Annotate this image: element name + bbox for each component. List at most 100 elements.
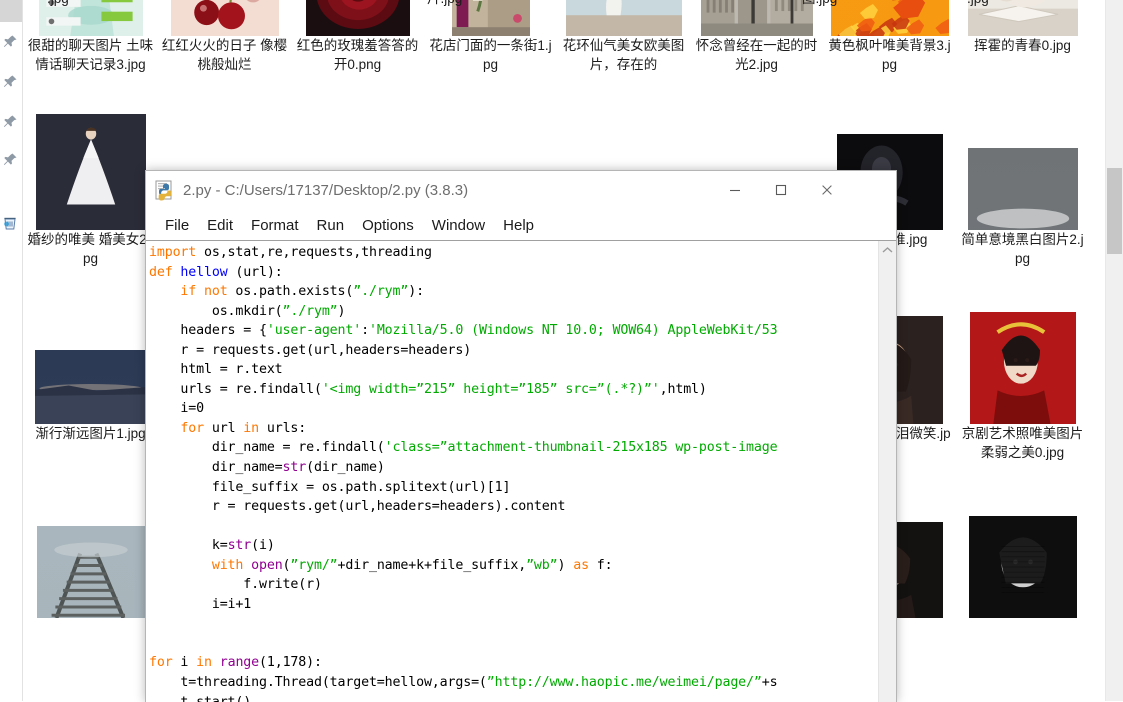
pin-icon[interactable] [3, 34, 18, 49]
editor-area: import os,stat,re,requests,threading def … [146, 240, 896, 702]
file-thumbnail[interactable] [24, 512, 157, 618]
file-item[interactable]: 怀念曾经在一起的时光2.jpg [690, 0, 823, 74]
code-token: open [251, 558, 282, 573]
code-line: t=threading.Thread(target=hellow,args=(”… [149, 673, 878, 693]
code-token: 'user-agent' [267, 323, 361, 338]
menu-bar[interactable]: File Edit Format Run Options Window Help [146, 210, 896, 240]
code-token [149, 284, 180, 299]
code-token: html = r.text [149, 362, 283, 377]
file-thumbnail[interactable] [24, 318, 157, 424]
code-token: 'Mozilla/5.0 (Windows NT 10.0; WOW64) Ap… [369, 323, 777, 338]
file-name-label: 花店门面的一条街1.jpg [424, 36, 557, 74]
minimize-button[interactable] [712, 171, 758, 209]
code-token: (1,178): [259, 655, 322, 670]
code-token: urls = re.findall( [149, 382, 322, 397]
file-item[interactable]: 渐行渐远图片1.jpg [24, 318, 157, 443]
menu-item-run[interactable]: Run [308, 215, 354, 236]
code-token: r = requests.get(url,headers=headers).co… [149, 499, 565, 514]
code-token: file_suffix = os.path.splitext(url)[1] [149, 480, 510, 495]
code-line: r = requests.get(url,headers=headers) [149, 341, 878, 361]
code-token: import [149, 245, 196, 260]
code-token: f.write(r) [149, 577, 322, 592]
file-thumbnail[interactable] [956, 318, 1089, 424]
thumbnail-white-dress-woman [566, 0, 682, 36]
file-thumbnail[interactable] [291, 0, 424, 36]
code-token: ) [338, 304, 346, 319]
code-token: in [243, 421, 259, 436]
thumbnail-grey-white-gradient [968, 148, 1078, 230]
file-thumbnail[interactable] [557, 0, 690, 36]
code-line: file_suffix = os.path.splitext(url)[1] [149, 478, 878, 498]
pin-icon[interactable] [3, 74, 18, 89]
code-token: ”./rym” [283, 304, 338, 319]
code-line: for url in urls: [149, 419, 878, 439]
code-token: : [361, 323, 369, 338]
file-item[interactable]: 婚纱的唯美 婚美女2.jpg [24, 124, 157, 268]
file-name-label-clipped: .jpg [965, 0, 1079, 8]
file-item[interactable]: 花环仙气美女欧美图片，存在的 [557, 0, 690, 74]
file-thumbnail[interactable] [956, 124, 1089, 230]
menu-item-format[interactable]: Format [242, 215, 308, 236]
code-token: os.path.exists( [228, 284, 354, 299]
file-item[interactable] [24, 512, 157, 618]
pin-icon[interactable] [3, 114, 18, 129]
code-line: import os,stat,re,requests,threading [149, 243, 878, 263]
file-item[interactable] [956, 512, 1089, 618]
file-item[interactable]: 花店门面的一条街1.jpg [424, 0, 557, 74]
menu-item-file[interactable]: File [156, 215, 198, 236]
menu-item-help[interactable]: Help [494, 215, 543, 236]
file-name-label: 婚纱的唯美 婚美女2.jpg [24, 230, 157, 268]
file-thumbnail[interactable] [956, 512, 1089, 618]
code-line: for i in range(1,178): [149, 653, 878, 673]
navigation-rail [0, 0, 23, 701]
code-token: f: [589, 558, 613, 573]
code-line [149, 517, 878, 537]
thumbnail-red-rose [306, 0, 410, 36]
code-token: dir_name = re.findall( [149, 440, 385, 455]
file-item[interactable]: 红色的玫瑰羞答答的开0.png [291, 0, 424, 74]
explorer-vertical-scrollbar[interactable] [1105, 0, 1123, 701]
file-name-label-clipped: .jpg [45, 0, 159, 8]
code-line: f.write(r) [149, 575, 878, 595]
code-line: i=0 [149, 399, 878, 419]
code-line: urls = re.findall('<img width=”215” heig… [149, 380, 878, 400]
code-token: url [204, 421, 243, 436]
close-button[interactable] [804, 171, 850, 209]
file-item[interactable]: 黄色枫叶唯美背景3.jpg [823, 0, 956, 74]
file-item[interactable]: 很甜的聊天图片 土味情话聊天记录3.jpg [24, 0, 157, 74]
chevron-up-icon[interactable] [879, 241, 896, 258]
maximize-button[interactable] [758, 171, 804, 209]
editor-vertical-scrollbar[interactable] [878, 241, 896, 702]
file-thumbnail[interactable] [24, 124, 157, 230]
thumbnail-cherries [171, 0, 279, 36]
code-editor[interactable]: import os,stat,re,requests,threading def … [146, 241, 878, 702]
code-token: urls: [259, 421, 306, 436]
file-item[interactable]: 红红火火的日子 像樱桃般灿烂 [158, 0, 291, 74]
title-bar[interactable]: 2.py - C:/Users/17137/Desktop/2.py (3.8.… [146, 171, 896, 210]
code-line: os.mkdir(”./rym”) [149, 302, 878, 322]
file-thumbnail[interactable] [158, 0, 291, 36]
code-token: +dir_name+k+file_suffix, [338, 558, 527, 573]
menu-item-window[interactable]: Window [423, 215, 494, 236]
file-name-label: 渐行渐远图片1.jpg [24, 424, 157, 443]
code-token: for [149, 655, 173, 670]
scrollbar-thumb[interactable] [1107, 168, 1122, 254]
thumbnail-wedding-dress [36, 114, 146, 230]
file-item[interactable]: 挥霍的青春0.jpg [956, 0, 1089, 55]
code-token: ”rym/” [290, 558, 337, 573]
menu-item-edit[interactable]: Edit [198, 215, 242, 236]
code-line: def hellow (url): [149, 263, 878, 283]
pin-icon[interactable] [3, 152, 18, 167]
file-name-label: 挥霍的青春0.jpg [956, 36, 1089, 55]
file-name-label: 很甜的聊天图片 土味情话聊天记录3.jpg [24, 36, 157, 74]
code-line: dir_name=str(dir_name) [149, 458, 878, 478]
recycle-bin-icon[interactable] [2, 215, 18, 231]
file-item[interactable]: 简单意境黑白图片2.jpg [956, 124, 1089, 268]
file-name-label: 红色的玫瑰羞答答的开0.png [291, 36, 424, 74]
code-token: (url): [228, 265, 283, 280]
file-name-label: 黄色枫叶唯美背景3.jpg [823, 36, 956, 74]
file-item[interactable]: 京剧艺术照唯美图片 柔弱之美0.jpg [956, 318, 1089, 462]
menu-item-options[interactable]: Options [353, 215, 423, 236]
thumbnail-peking-opera [970, 312, 1076, 424]
code-token: ): [408, 284, 424, 299]
